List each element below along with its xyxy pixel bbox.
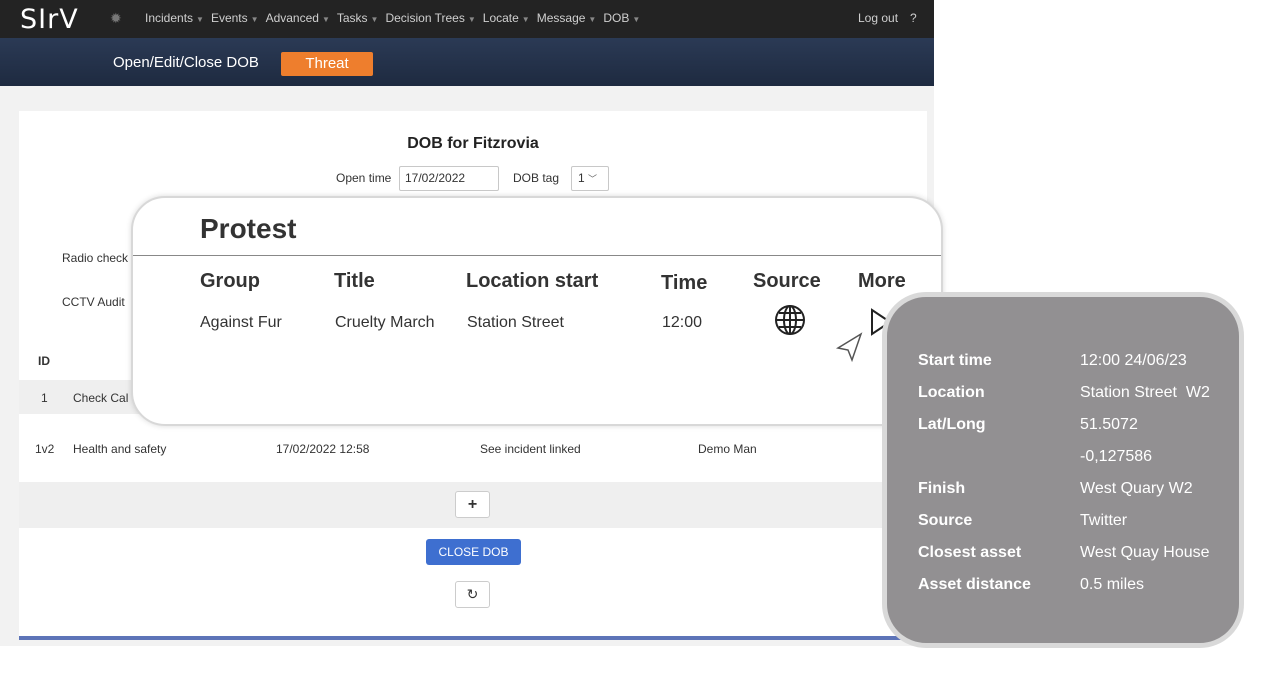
refresh-button[interactable]: ↻: [455, 581, 490, 608]
nav-menu: Incidents ▼ Events ▼ Advanced ▼ Tasks ▼ Deci…: [145, 11, 647, 25]
detail-value: 0.5 miles: [1080, 576, 1145, 593]
globe-icon[interactable]: [774, 304, 806, 336]
chevron-down-icon: ▼: [467, 15, 476, 24]
close-dob-button[interactable]: CLOSE DOB: [426, 539, 521, 565]
header-group: Group: [200, 270, 260, 292]
dob-tag-label: DOB tag: [513, 171, 560, 185]
nav-item-tasks[interactable]: Tasks ▼: [337, 11, 379, 25]
nav-item-locate[interactable]: Locate ▼: [483, 11, 530, 25]
logout-link[interactable]: Log out: [858, 11, 898, 25]
dob-tag-select[interactable]: 1 ﹀: [571, 166, 609, 191]
nav-item-dob[interactable]: DOB ▼: [603, 11, 640, 25]
page-subheader: Open/Edit/Close DOB Threat: [0, 38, 934, 86]
gear-icon[interactable]: ✹: [110, 10, 122, 27]
cursor-icon: [835, 332, 863, 362]
nav-label: Advanced: [265, 11, 319, 25]
chevron-down-icon: ▼: [588, 15, 597, 24]
nav-item-incidents[interactable]: Incidents ▼: [145, 11, 204, 25]
open-time-label: Open time: [336, 171, 392, 185]
row-note: See incident linked: [480, 442, 581, 456]
detail-label: Source: [918, 512, 973, 529]
nav-label: Incidents: [145, 11, 194, 25]
chevron-down-icon: ▼: [521, 15, 530, 24]
nav-label: Decision Trees: [385, 11, 465, 25]
detail-label: Closest asset: [918, 544, 1022, 561]
radio-check-label: Radio check: [62, 251, 129, 265]
detail-label: Asset distance: [918, 576, 1031, 593]
table-row[interactable]: 1v2 Health and safety 17/02/2022 12:58 S…: [19, 433, 927, 463]
header-location-start: Location start: [466, 270, 599, 292]
protest-popup: Protest Group Title Location start Time …: [131, 196, 943, 426]
nav-label: DOB: [603, 11, 630, 25]
chevron-down-icon: ﹀: [588, 174, 598, 184]
detail-label: Finish: [918, 480, 966, 497]
page-title: Open/Edit/Close DOB: [113, 54, 259, 71]
help-link[interactable]: ?: [910, 11, 917, 25]
row-user: Demo Man: [698, 442, 757, 456]
screen: SIrV ✹ Incidents ▼ Events ▼ Advanced ▼ Task…: [0, 0, 1280, 679]
cell-title: Cruelty March: [335, 314, 435, 331]
detail-value: Twitter: [1080, 512, 1128, 529]
detail-value: West Quay House: [1080, 544, 1210, 561]
nav-label: Tasks: [336, 11, 368, 25]
detail-value: -0,127586: [1080, 448, 1153, 465]
open-time-input[interactable]: 17/02/2022: [399, 166, 499, 191]
detail-label: Lat/Long: [918, 416, 986, 433]
chevron-down-icon: ▼: [250, 15, 259, 24]
detail-value: 51.5072: [1080, 416, 1138, 433]
chevron-down-icon: ▼: [196, 15, 204, 24]
dob-tag-value: 1: [578, 171, 585, 185]
nav-label: Message: [536, 11, 586, 25]
chevron-down-icon: ▼: [632, 15, 641, 24]
row-task: Health and safety: [73, 442, 167, 456]
cell-time: 12:00: [662, 314, 703, 331]
header-time: Time: [661, 272, 708, 294]
detail-value: Station Street W2: [1080, 384, 1210, 401]
top-navbar: SIrV ✹ Incidents ▼ Events ▼ Advanced ▼ Task…: [0, 0, 934, 38]
add-button[interactable]: +: [455, 491, 490, 518]
header-more: More: [858, 270, 906, 292]
row-id: 1v2: [35, 442, 55, 456]
row-task: Check Cal: [73, 391, 129, 405]
cctv-audit-label: CCTV Audit: [62, 295, 125, 309]
details-panel: Start time 12:00 24/06/23 Location Stati…: [882, 292, 1244, 648]
nav-item-decision-trees[interactable]: Decision Trees ▼: [385, 11, 475, 25]
nav-label: Events: [210, 11, 248, 25]
refresh-icon: ↻: [466, 586, 479, 602]
row-time: 17/02/2022 12:58: [276, 442, 370, 456]
detail-value: West Quary W2: [1080, 480, 1193, 497]
detail-value: 12:00 24/06/23: [1080, 352, 1187, 369]
nav-label: Locate: [482, 11, 519, 25]
detail-label: Start time: [918, 352, 992, 369]
cell-location: Station Street: [467, 314, 564, 331]
app-logo[interactable]: SIrV: [20, 4, 79, 35]
nav-item-message[interactable]: Message ▼: [537, 11, 597, 25]
add-row-bar: +: [19, 482, 927, 528]
nav-item-events[interactable]: Events ▼: [211, 11, 259, 25]
dob-title: DOB for Fitzrovia: [407, 135, 539, 152]
threat-button[interactable]: Threat: [281, 52, 373, 76]
nav-item-advanced[interactable]: Advanced ▼: [266, 11, 330, 25]
detail-label: Location: [918, 384, 985, 401]
cell-group: Against Fur: [200, 314, 282, 331]
header-source: Source: [753, 270, 821, 292]
id-column-header: ID: [38, 354, 50, 368]
chevron-down-icon: ▼: [321, 15, 330, 24]
row-id: 1: [41, 391, 48, 405]
chevron-down-icon: ▼: [370, 15, 379, 24]
divider: [133, 255, 941, 256]
protest-title: Protest: [200, 213, 297, 244]
header-title: Title: [334, 270, 375, 292]
